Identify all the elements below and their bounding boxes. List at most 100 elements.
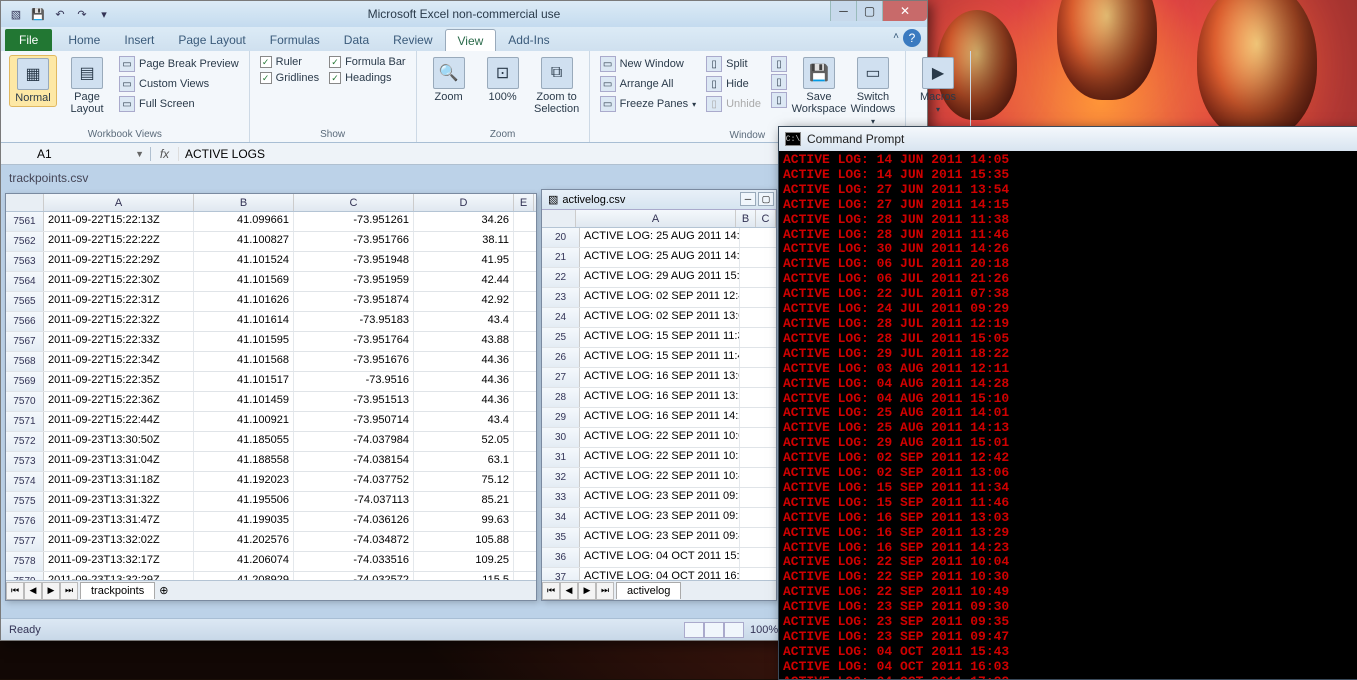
- cell[interactable]: ACTIVE LOG: 22 SEP 2011 10:49: [580, 468, 740, 487]
- split-button[interactable]: ▯Split: [704, 55, 763, 73]
- row-header[interactable]: 7561: [6, 212, 44, 231]
- table-row[interactable]: 75692011-09-22T15:22:35Z41.101517-73.951…: [6, 372, 536, 392]
- row-header[interactable]: 24: [542, 308, 580, 327]
- cell[interactable]: 42.92: [414, 292, 514, 311]
- cell[interactable]: 2011-09-22T15:22:30Z: [44, 272, 194, 291]
- view-side-1[interactable]: ▯: [769, 55, 789, 73]
- cell[interactable]: -74.038154: [294, 452, 414, 471]
- row-header[interactable]: 36: [542, 548, 580, 567]
- table-row[interactable]: 27ACTIVE LOG: 16 SEP 2011 13:03: [542, 368, 776, 388]
- row-header[interactable]: 29: [542, 408, 580, 427]
- normal-view-sb-button[interactable]: [684, 622, 704, 638]
- table-row[interactable]: 75742011-09-23T13:31:18Z41.192023-74.037…: [6, 472, 536, 492]
- table-row[interactable]: 25ACTIVE LOG: 15 SEP 2011 11:34: [542, 328, 776, 348]
- table-row[interactable]: 75652011-09-22T15:22:31Z41.101626-73.951…: [6, 292, 536, 312]
- cell[interactable]: ACTIVE LOG: 16 SEP 2011 13:03: [580, 368, 740, 387]
- table-row[interactable]: 29ACTIVE LOG: 16 SEP 2011 14:23: [542, 408, 776, 428]
- tab-home[interactable]: Home: [56, 29, 112, 51]
- cell[interactable]: 41.185055: [194, 432, 294, 451]
- cell[interactable]: 43.88: [414, 332, 514, 351]
- cell[interactable]: 41.199035: [194, 512, 294, 531]
- row-header[interactable]: 7567: [6, 332, 44, 351]
- table-row[interactable]: 28ACTIVE LOG: 16 SEP 2011 13:29: [542, 388, 776, 408]
- cell[interactable]: 2011-09-22T15:22:35Z: [44, 372, 194, 391]
- row-header[interactable]: 7564: [6, 272, 44, 291]
- tab-review[interactable]: Review: [381, 29, 444, 51]
- table-row[interactable]: 35ACTIVE LOG: 23 SEP 2011 09:47: [542, 528, 776, 548]
- freeze-panes-button[interactable]: ▭Freeze Panes ▾: [598, 95, 699, 113]
- cell[interactable]: -73.951676: [294, 352, 414, 371]
- row-header[interactable]: 27: [542, 368, 580, 387]
- page-break-preview-button[interactable]: ▭Page Break Preview: [117, 55, 241, 73]
- table-row[interactable]: 75752011-09-23T13:31:32Z41.195506-74.037…: [6, 492, 536, 512]
- cell[interactable]: 44.36: [414, 372, 514, 391]
- row-header[interactable]: 37: [542, 568, 580, 580]
- column-header[interactable]: D: [414, 194, 514, 211]
- zoom-button[interactable]: 🔍Zoom: [425, 55, 473, 105]
- table-row[interactable]: 75732011-09-23T13:31:04Z41.188558-74.038…: [6, 452, 536, 472]
- headings-checkbox[interactable]: Headings: [327, 71, 408, 85]
- table-row[interactable]: 36ACTIVE LOG: 04 OCT 2011 15:43: [542, 548, 776, 568]
- table-row[interactable]: 20ACTIVE LOG: 25 AUG 2011 14:01: [542, 228, 776, 248]
- cell[interactable]: 99.63: [414, 512, 514, 531]
- cell[interactable]: 42.44: [414, 272, 514, 291]
- hide-button[interactable]: ▯Hide: [704, 75, 763, 93]
- row-header[interactable]: 30: [542, 428, 580, 447]
- cell[interactable]: 34.26: [414, 212, 514, 231]
- cell[interactable]: -74.032572: [294, 572, 414, 580]
- cell[interactable]: 41.099661: [194, 212, 294, 231]
- table-row[interactable]: 75702011-09-22T15:22:36Z41.101459-73.951…: [6, 392, 536, 412]
- cell[interactable]: 41.101614: [194, 312, 294, 331]
- cell[interactable]: -73.951874: [294, 292, 414, 311]
- sheet-tab[interactable]: trackpoints: [80, 582, 155, 599]
- ruler-checkbox[interactable]: Ruler: [258, 55, 321, 69]
- close-button[interactable]: ✕: [882, 1, 927, 21]
- cell[interactable]: ACTIVE LOG: 22 SEP 2011 10:04: [580, 428, 740, 447]
- table-row[interactable]: 75662011-09-22T15:22:32Z41.101614-73.951…: [6, 312, 536, 332]
- row-header[interactable]: 35: [542, 528, 580, 547]
- macros-button[interactable]: ▶Macros▾: [914, 55, 962, 116]
- cell[interactable]: -73.951959: [294, 272, 414, 291]
- cell[interactable]: ACTIVE LOG: 16 SEP 2011 14:23: [580, 408, 740, 427]
- first-sheet-button[interactable]: ⏮: [6, 582, 24, 600]
- tab-page-layout[interactable]: Page Layout: [166, 29, 257, 51]
- row-header[interactable]: 7574: [6, 472, 44, 491]
- tab-view[interactable]: View: [445, 29, 497, 51]
- row-header[interactable]: 7563: [6, 252, 44, 271]
- child-window-titlebar[interactable]: ▧ activelog.csv ─ ▢: [542, 190, 776, 210]
- table-row[interactable]: 75612011-09-22T15:22:13Z41.099661-73.951…: [6, 212, 536, 232]
- table-row[interactable]: 34ACTIVE LOG: 23 SEP 2011 09:35: [542, 508, 776, 528]
- cell[interactable]: 2011-09-23T13:32:29Z: [44, 572, 194, 580]
- prev-sheet-button[interactable]: ◀: [24, 582, 42, 600]
- next-sheet-button[interactable]: ▶: [42, 582, 60, 600]
- table-row[interactable]: 75782011-09-23T13:32:17Z41.206074-74.033…: [6, 552, 536, 572]
- cell[interactable]: 2011-09-22T15:22:33Z: [44, 332, 194, 351]
- cell[interactable]: 41.95: [414, 252, 514, 271]
- child-minimize-button[interactable]: ─: [740, 192, 756, 206]
- cell[interactable]: ACTIVE LOG: 04 OCT 2011 16:03: [580, 568, 740, 580]
- full-screen-button[interactable]: ▭Full Screen: [117, 95, 241, 113]
- row-header[interactable]: 7569: [6, 372, 44, 391]
- sheet-tab[interactable]: activelog: [616, 582, 681, 599]
- page-break-sb-button[interactable]: [724, 622, 744, 638]
- column-header[interactable]: C: [756, 210, 776, 227]
- cell[interactable]: 41.101524: [194, 252, 294, 271]
- table-row[interactable]: 75722011-09-23T13:30:50Z41.185055-74.037…: [6, 432, 536, 452]
- titlebar[interactable]: ▧ 💾 ↶ ↷ ▾ Microsoft Excel non-commercial…: [1, 1, 927, 27]
- next-sheet-button[interactable]: ▶: [578, 582, 596, 600]
- tab-data[interactable]: Data: [332, 29, 381, 51]
- column-header[interactable]: B: [194, 194, 294, 211]
- cell[interactable]: 2011-09-23T13:31:47Z: [44, 512, 194, 531]
- view-side-3[interactable]: ▯: [769, 91, 789, 109]
- cell[interactable]: ACTIVE LOG: 04 OCT 2011 15:43: [580, 548, 740, 567]
- row-header[interactable]: 7579: [6, 572, 44, 580]
- table-row[interactable]: 75772011-09-23T13:32:02Z41.202576-74.034…: [6, 532, 536, 552]
- cell[interactable]: 2011-09-22T15:22:32Z: [44, 312, 194, 331]
- cmd-titlebar[interactable]: C:\ Command Prompt: [779, 127, 1357, 151]
- cell[interactable]: 109.25: [414, 552, 514, 571]
- cell[interactable]: -74.037113: [294, 492, 414, 511]
- cell[interactable]: -73.951948: [294, 252, 414, 271]
- cell[interactable]: 41.101459: [194, 392, 294, 411]
- gridlines-checkbox[interactable]: Gridlines: [258, 71, 321, 85]
- cell[interactable]: 41.101595: [194, 332, 294, 351]
